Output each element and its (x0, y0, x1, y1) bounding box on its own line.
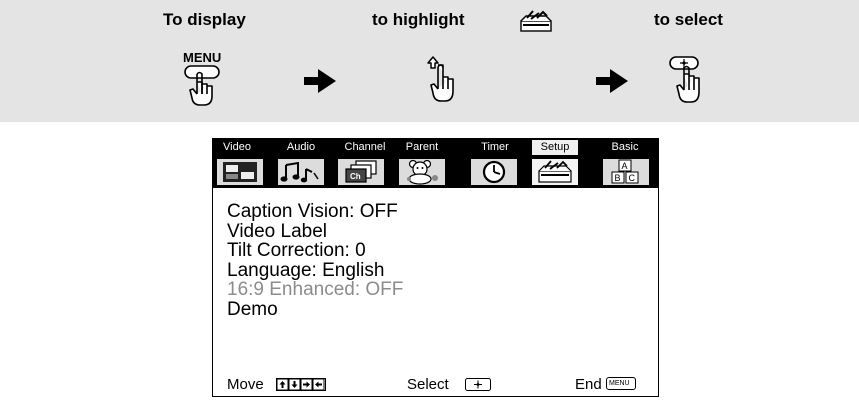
select-button-icon (669, 56, 700, 103)
menu-icon-row: Ch A B C (213, 155, 658, 188)
footer-end-label: End (575, 376, 602, 393)
menu-item-tilt-correction[interactable]: Tilt Correction: 0 (227, 241, 403, 261)
instruction-band: To display to highlight to select MENU (0, 0, 859, 122)
tab-audio[interactable]: Audio (281, 139, 321, 155)
menu-item-demo[interactable]: Demo (227, 299, 403, 320)
tv-menu-panel: Video Audio Channel Parent Timer Setup B… (212, 138, 659, 397)
tab-channel[interactable]: Channel (337, 139, 393, 155)
menu-key-icon: MENU (606, 377, 636, 390)
tab-setup[interactable]: Setup (532, 140, 578, 155)
menu-item-16-9-enhanced: 16:9 Enhanced: OFF (227, 279, 404, 300)
tab-basic[interactable]: Basic (603, 139, 647, 155)
menu-button-label: MENU (183, 50, 222, 65)
svg-text:Ch: Ch (350, 172, 361, 181)
menu-button-icon (184, 65, 220, 106)
menu-button-illustration: MENU (183, 50, 223, 108)
channel-ch-icon[interactable]: Ch (337, 158, 385, 186)
menu-item-video-label[interactable]: Video Label (227, 221, 403, 242)
arrow-right-icon (596, 69, 628, 93)
menu-item-language[interactable]: Language: English (227, 260, 403, 281)
step-select-title: to select (654, 10, 723, 29)
music-note-icon[interactable] (277, 158, 325, 186)
menu-item-caption-vision[interactable]: Caption Vision: OFF (227, 202, 403, 222)
step-highlight-title: to highlight (372, 10, 465, 29)
svg-text:C: C (629, 173, 636, 183)
setup-menu-list: Caption Vision: OFF Video Label Tilt Cor… (227, 202, 403, 319)
video-screen-icon[interactable] (216, 158, 264, 186)
toolbox-icon[interactable] (531, 158, 579, 186)
svg-text:B: B (615, 173, 621, 183)
menu-tab-bar: Video Audio Channel Parent Timer Setup B… (213, 139, 658, 155)
menu-key-label: MENU (609, 380, 630, 387)
clock-icon[interactable] (470, 158, 518, 186)
tab-timer[interactable]: Timer (475, 139, 515, 155)
move-arrows-icon (276, 378, 326, 391)
arrow-right-icon (304, 69, 336, 93)
joystick-hand-icon (427, 56, 454, 102)
setup-toolbox-icon (520, 10, 552, 32)
step-display-title: To display (163, 10, 246, 29)
abc-blocks-icon[interactable]: A B C (602, 158, 650, 186)
svg-text:A: A (622, 161, 628, 171)
tab-video[interactable]: Video (217, 139, 257, 155)
select-key-icon (465, 378, 491, 391)
tab-parent[interactable]: Parent (399, 139, 445, 155)
teddy-bear-icon[interactable] (398, 158, 446, 186)
footer-select-label: Select (407, 376, 449, 393)
footer-move-label: Move (227, 376, 264, 393)
